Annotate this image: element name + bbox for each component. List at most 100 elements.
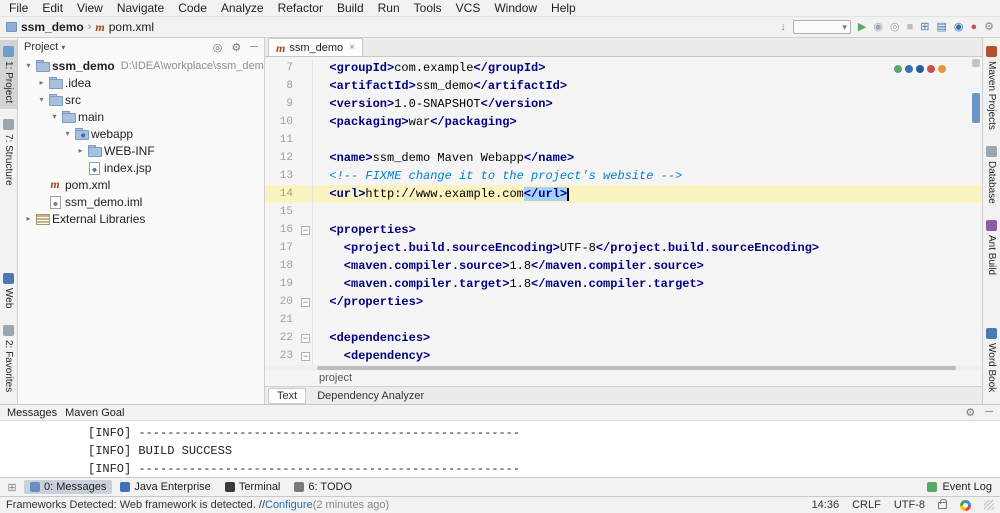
toolwindow-button-6-todo[interactable]: 6: TODO [288,480,358,494]
tree-item-web-inf[interactable]: ▸ WEB-INF [18,142,264,159]
chevron-right-icon[interactable]: ▸ [35,78,48,87]
configure-link[interactable]: Configure [265,499,313,511]
tree-item-idea[interactable]: ▸ .idea [18,74,264,91]
line-number[interactable]: 15 [265,203,299,221]
menu-tools[interactable]: Tools [407,1,449,15]
tool-tab-maven-projects[interactable]: Maven Projects [983,40,1000,136]
line-separator-widget[interactable]: CRLF [852,499,881,511]
code-line-9[interactable]: 9 <version>1.0-SNAPSHOT</version> [265,95,982,113]
red-plugin-icon[interactable]: ● [970,21,977,33]
editor-tab-ssm-demo[interactable]: m ssm_demo × [268,38,363,56]
code-line-22[interactable]: 22− <dependencies> [265,329,982,347]
menu-build[interactable]: Build [330,1,371,15]
code-editor[interactable]: 7 <groupId>com.example</groupId> 8 <artif… [265,57,982,365]
window-grid-icon[interactable]: ⊞ [920,21,929,33]
collapse-fold-icon[interactable]: − [301,352,310,361]
settings-gear-icon[interactable]: ⚙ [965,406,975,419]
breadcrumb-project[interactable]: ssm_demo [21,20,84,34]
code-line-12[interactable]: 12 <name>ssm_demo Maven Webapp</name> [265,149,982,167]
code-line-7[interactable]: 7 <groupId>com.example</groupId> [265,59,982,77]
fold-icon[interactable]: − [299,293,313,311]
editor-breadcrumb[interactable]: project [265,371,982,386]
menu-vcs[interactable]: VCS [449,1,488,15]
menu-help[interactable]: Help [544,1,583,15]
line-number[interactable]: 23 [265,347,299,365]
code-line-20[interactable]: 20− </properties> [265,293,982,311]
collapse-fold-icon[interactable]: − [301,226,310,235]
tree-item-external-libraries[interactable]: ▸ External Libraries [18,210,264,227]
collapse-fold-icon[interactable]: − [301,298,310,307]
event-log-button[interactable]: Event Log [927,481,996,493]
chevron-down-icon[interactable]: ▾ [35,95,48,104]
code-line-21[interactable]: 21 [265,311,982,329]
coverage-icon[interactable]: ◎ [890,21,900,33]
line-number[interactable]: 16 [265,221,299,239]
line-number[interactable]: 19 [265,275,299,293]
close-icon[interactable]: × [349,42,355,53]
menu-navigate[interactable]: Navigate [110,1,171,15]
run-icon[interactable]: ▶ [858,21,866,33]
line-number[interactable]: 8 [265,77,299,95]
resize-grip[interactable] [984,500,994,510]
fold-icon[interactable]: − [299,347,313,365]
project-panel-title[interactable]: Project [24,41,58,53]
chevron-down-icon[interactable]: ▾ [48,112,61,121]
breadcrumb-file[interactable]: pom.xml [109,20,154,34]
fold-icon[interactable]: − [299,329,313,347]
settings-icon[interactable]: ⚙ [984,21,994,33]
menu-file[interactable]: File [2,1,35,15]
code-line-15[interactable]: 15 [265,203,982,221]
tree-item-ssm-demo[interactable]: ▾ ssm_demo D:\IDEA\workplace\ssm_demo [18,57,264,74]
toolwindow-button-terminal[interactable]: Terminal [219,480,287,494]
menu-view[interactable]: View [70,1,110,15]
code-line-11[interactable]: 11 [265,131,982,149]
menu-code[interactable]: Code [171,1,214,15]
debug-icon[interactable]: ◉ [873,21,883,33]
code-line-13[interactable]: 13 <!-- FIXME change it to the project's… [265,167,982,185]
tool-tab-database[interactable]: Database [983,140,1000,210]
run-configuration-select[interactable]: ▾ [792,20,851,34]
code-line-16[interactable]: 16− <properties> [265,221,982,239]
toolwindow-button-java-enterprise[interactable]: Java Enterprise [114,480,216,494]
line-number[interactable]: 12 [265,149,299,167]
tree-item-main[interactable]: ▾ main [18,108,264,125]
scrollbar-thumb[interactable] [972,93,980,123]
tree-item-pom-xml[interactable]: m pom.xml [18,176,264,193]
chevron-down-icon[interactable]: ▾ [61,129,74,138]
inspections-status-icon[interactable] [972,59,980,67]
code-line-23[interactable]: 23− <dependency> [265,347,982,365]
horizontal-scrollbar[interactable] [265,365,982,371]
tree-item-ssm-demo-iml[interactable]: ssm_demo.iml [18,193,264,210]
translate-plugin-icon[interactable]: ◉ [954,21,964,33]
line-number[interactable]: 9 [265,95,299,113]
encoding-widget[interactable]: UTF-8 [894,499,925,511]
code-line-10[interactable]: 10 <packaging>war</packaging> [265,113,982,131]
chevron-right-icon[interactable]: ▸ [74,146,87,155]
caret-position-widget[interactable]: 14:36 [812,499,840,511]
line-number[interactable]: 14 [265,185,299,203]
lock-icon[interactable] [938,498,947,509]
menu-refactor[interactable]: Refactor [271,1,330,15]
menu-window[interactable]: Window [487,1,544,15]
menu-run[interactable]: Run [371,1,407,15]
tool-tab-word-book[interactable]: Word Book [983,322,1000,398]
code-line-8[interactable]: 8 <artifactId>ssm_demo</artifactId> [265,77,982,95]
fold-icon[interactable]: − [299,221,313,239]
line-number[interactable]: 18 [265,257,299,275]
stop-icon[interactable]: ■ [907,21,914,33]
line-number[interactable]: 22 [265,329,299,347]
tool-tab-ant-build[interactable]: Ant Build [983,214,1000,281]
chevron-right-icon[interactable]: ▸ [22,214,35,223]
tree-item-index-jsp[interactable]: index.jsp [18,159,264,176]
line-number[interactable]: 20 [265,293,299,311]
attach-download-icon[interactable]: ↓ [780,21,786,33]
tool-tab-1-project[interactable]: 1: Project [0,40,17,110]
tool-tab-web[interactable]: Web [0,267,17,314]
inspection-profile-icon[interactable] [960,499,971,511]
menu-edit[interactable]: Edit [35,1,70,15]
tool-tab-7-structure[interactable]: 7: Structure [0,113,17,192]
line-number[interactable]: 13 [265,167,299,185]
tree-item-src[interactable]: ▾ src [18,91,264,108]
tool-tab-2-favorites[interactable]: 2: Favorites [0,319,17,398]
hide-panel-icon[interactable]: ─ [250,41,258,54]
